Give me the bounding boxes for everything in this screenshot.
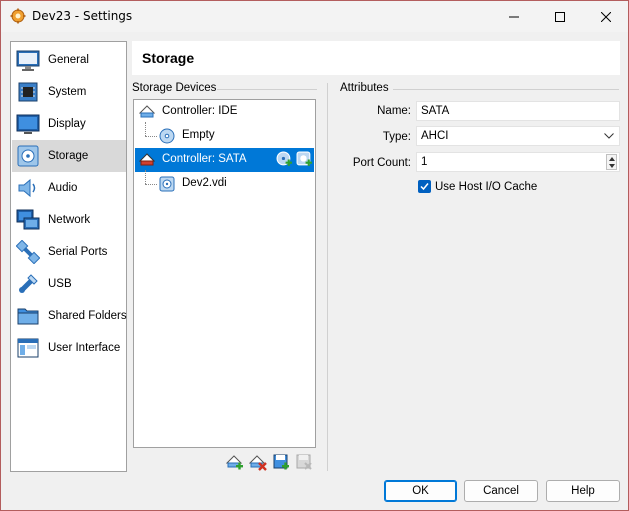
sidebar-item-general[interactable]: General [12,44,126,76]
chevron-down-icon [604,133,614,139]
tree-item-label: Controller: SATA [162,153,247,165]
settings-sidebar: General System Display Storage Audio Net… [10,41,127,472]
page-title: Storage [142,50,195,66]
page-header: Storage [132,41,620,75]
group-divider [393,89,619,90]
add-optical-drive-icon[interactable] [276,151,293,168]
maximize-button[interactable] [537,1,583,32]
sidebar-item-label: Shared Folders [48,310,127,322]
minimize-icon [509,16,519,17]
attributes-group-label: Attributes [340,82,389,94]
maximize-icon [555,11,565,22]
settings-window: Dev23 - Settings General System Display … [0,0,629,511]
type-select-value: AHCI [421,130,449,142]
sidebar-item-audio[interactable]: Audio [12,172,126,204]
name-label: Name: [377,105,411,117]
remove-attachment-icon[interactable] [295,453,313,471]
port-count-label: Port Count: [352,157,411,169]
tree-item-dev2-vdi[interactable]: Dev2.vdi [135,172,314,196]
network-icon [16,209,40,230]
close-icon [601,11,611,22]
audio-icon [18,178,36,198]
add-hard-disk-icon[interactable] [296,151,313,168]
remove-controller-icon[interactable] [249,453,267,471]
title-bar: Dev23 - Settings [1,1,628,32]
spin-up-icon[interactable] [609,157,615,161]
sidebar-item-label: Network [48,214,91,226]
sidebar-item-user-interface[interactable]: User Interface [12,332,126,364]
close-button[interactable] [583,1,629,32]
sidebar-item-label: Audio [48,182,78,194]
add-attachment-icon[interactable] [272,453,290,471]
group-divider [217,89,317,90]
tree-item-controller-ide[interactable]: Controller: IDE [135,100,314,124]
add-controller-icon[interactable] [226,453,244,471]
sidebar-item-system[interactable]: System [12,76,126,108]
display-icon [16,114,40,134]
general-icon [16,50,40,71]
sidebar-item-label: User Interface [48,342,121,354]
ok-button-label: OK [412,485,429,497]
tree-item-label: Empty [182,129,215,141]
controller-icon [139,153,155,166]
tree-item-controller-sata[interactable]: Controller: SATA [135,148,314,172]
controller-icon [139,105,155,118]
help-button-label: Help [571,485,595,497]
usb-icon [19,274,38,293]
storage-devices-group-label: Storage Devices [132,82,217,94]
storage-devices-tree[interactable]: Controller: IDE Empty Controller: SATA D… [133,99,316,448]
sidebar-item-label: Display [48,118,86,130]
sidebar-item-serial-ports[interactable]: Serial Ports [12,236,126,268]
type-select[interactable]: AHCI [416,126,620,146]
sidebar-item-usb[interactable]: USB [12,268,126,300]
panel-separator [327,83,328,471]
use-host-io-cache-label: Use Host I/O Cache [435,181,538,193]
shared-folders-icon [17,308,39,325]
window-title: Dev23 - Settings [32,9,133,23]
tree-item-label: Dev2.vdi [182,177,227,189]
port-count-value: 1 [421,156,428,168]
tree-item-empty-optical[interactable]: Empty [135,124,314,148]
ok-button[interactable]: OK [384,480,457,502]
type-label: Type: [382,131,411,143]
spin-down-icon[interactable] [609,164,615,168]
cancel-button[interactable]: Cancel [464,480,538,502]
sidebar-item-label: System [48,86,87,98]
use-host-io-cache-checkbox[interactable] [418,180,431,193]
sidebar-item-network[interactable]: Network [12,204,126,236]
name-field[interactable]: SATA [416,101,620,121]
sidebar-item-display[interactable]: Display [12,108,126,140]
sidebar-item-label: Serial Ports [48,246,108,258]
sidebar-item-label: Storage [48,150,89,162]
serial-ports-icon [16,240,40,264]
cancel-button-label: Cancel [483,485,519,497]
system-icon [18,82,38,102]
user-interface-icon [17,338,39,358]
minimize-button[interactable] [491,1,537,32]
spin-buttons[interactable] [606,154,617,170]
checkmark-icon [420,183,429,191]
tree-item-label: Controller: IDE [162,105,238,117]
optical-disc-icon [159,128,175,144]
sidebar-item-label: USB [48,278,72,290]
virtualbox-gear-icon [10,8,26,24]
sidebar-item-storage[interactable]: Storage [12,140,126,172]
help-button[interactable]: Help [546,480,620,502]
hard-disk-icon [159,176,175,192]
port-count-spinbox[interactable]: 1 [416,152,620,172]
sidebar-item-shared-folders[interactable]: Shared Folders [12,300,127,332]
storage-icon [17,145,39,167]
sidebar-item-label: General [48,54,89,66]
